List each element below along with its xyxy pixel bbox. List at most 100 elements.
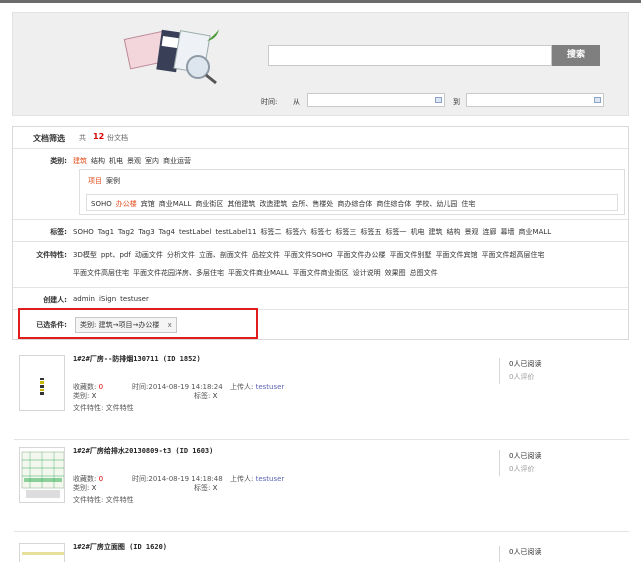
features-list-2: 平面文件高层住宅 平面文件花园洋房、多层住宅 平面文件商业MALL 平面文件商业街区设… (73, 268, 442, 278)
feature-item[interactable]: 动画文件 (135, 251, 163, 259)
tag-item[interactable]: Tag3 (138, 228, 154, 236)
uploader: 上传人: testuser (230, 475, 285, 483)
subcategory-item[interactable]: 商办综合体 (337, 200, 372, 208)
subcategory-item[interactable]: 会所、售楼处 (291, 200, 333, 208)
feature-item[interactable]: 品控文件 (252, 251, 280, 259)
search-input[interactable] (268, 45, 552, 66)
feature-item[interactable]: ppt、pdf (101, 251, 131, 259)
tag-item[interactable]: 结构 (447, 228, 461, 236)
subcategory-item[interactable]: 学校、幼儿园 (415, 200, 457, 208)
feature-item[interactable]: 平面文件高层住宅 (73, 269, 129, 277)
tag-item[interactable]: 建筑 (429, 228, 443, 236)
tag-item[interactable]: 标签七 (311, 228, 332, 236)
document-features: 文件特性: 文件特性 (73, 404, 134, 412)
calendar-icon[interactable] (435, 97, 442, 103)
subcategory-item[interactable]: 项目 (88, 177, 102, 185)
total-count: 12 (93, 132, 105, 141)
creator-row: 创建人: admin iSign testuser (13, 288, 628, 310)
to-label: 到 (453, 98, 460, 106)
feature-item[interactable]: 3D模型 (73, 251, 97, 259)
document-category: 类别: X (73, 484, 97, 492)
feature-item[interactable]: 平面文件花园洋房、多层住宅 (133, 269, 224, 277)
search-button[interactable]: 搜索 (552, 45, 600, 66)
tag-item[interactable]: 幕墙 (501, 228, 515, 236)
tag-item[interactable]: Tag1 (98, 228, 114, 236)
top-bar (0, 0, 641, 3)
document-title[interactable]: 1#2#厂房给排水20130809-t3 (ID 1603) (73, 446, 213, 456)
feature-item[interactable]: 立面、剖面文件 (199, 251, 248, 259)
tag-item[interactable]: SOHO (73, 228, 94, 236)
subcategory-item[interactable]: 案例 (106, 177, 120, 185)
tag-item[interactable]: 标签三 (336, 228, 357, 236)
feature-item[interactable]: 平面文件别墅 (390, 251, 432, 259)
feature-item[interactable]: 平面文件商业MALL (228, 269, 289, 277)
document-thumbnail[interactable] (19, 447, 65, 503)
tag-item[interactable]: Tag2 (118, 228, 134, 236)
subcategory-item[interactable]: 宾馆 (141, 200, 155, 208)
feature-item[interactable]: 平面文件宾馆 (436, 251, 478, 259)
subcategory-item[interactable]: 住宅 (461, 200, 475, 208)
feature-item[interactable]: 平面文件办公楼 (337, 251, 386, 259)
category-item[interactable]: 机电 (109, 157, 123, 165)
subcategory-item[interactable]: 商住综合体 (376, 200, 411, 208)
document-title[interactable]: 1#2#厂房立面图 (ID 1620) (73, 542, 167, 552)
tag-item[interactable]: 标签二 (261, 228, 282, 236)
tag-item[interactable]: 机电 (411, 228, 425, 236)
tag-item[interactable]: testLabel (179, 228, 211, 236)
category-item[interactable]: 建筑 (73, 157, 87, 165)
read-count: 0人已阅读 (509, 548, 542, 556)
feature-item[interactable]: 分析文件 (167, 251, 195, 259)
tag-item[interactable]: 标签六 (286, 228, 307, 236)
tags-list: SOHO Tag1 Tag2 Tag3 Tag4 testLabel testLabel11… (73, 227, 555, 237)
creator-item[interactable]: testuser (120, 295, 149, 303)
feature-item[interactable]: 设计说明 (353, 269, 381, 277)
category-item[interactable]: 商业运营 (163, 157, 191, 165)
subcategory-level1: 项目 案例 (88, 176, 124, 186)
document-title[interactable]: 1#2#厂房--防排烟130711 (ID 1852) (73, 354, 201, 364)
divider (499, 546, 500, 562)
feature-item[interactable]: 平面文件SOHO (284, 251, 333, 259)
calendar-icon[interactable] (594, 97, 601, 103)
read-count: 0人已阅读 (509, 452, 542, 460)
read-stats: 0人已阅读 0人评价 (509, 450, 541, 476)
tag-item[interactable]: Tag4 (159, 228, 175, 236)
feature-item[interactable]: 效果图 (385, 269, 406, 277)
tag-item[interactable]: 景观 (465, 228, 479, 236)
tags-label: 标签: (50, 228, 67, 236)
subcategory-item[interactable]: 其他建筑 (227, 200, 255, 208)
creator-item[interactable]: admin (73, 295, 95, 303)
result-item[interactable]: 1#2#厂房--防排烟130711 (ID 1852) 收藏数: 0 时间:20… (14, 350, 629, 440)
subcategory-item[interactable]: 办公楼 (116, 200, 137, 208)
subcategory-item[interactable]: 改造建筑 (259, 200, 287, 208)
time-label: 时间: (261, 98, 278, 106)
date-to-input[interactable] (466, 93, 604, 107)
category-item[interactable]: 室内 (145, 157, 159, 165)
creator-item[interactable]: iSign (99, 295, 116, 303)
document-thumbnail[interactable] (19, 543, 65, 562)
subcategory-item[interactable]: SOHO (91, 200, 112, 208)
tag-item[interactable]: testLabel11 (215, 228, 256, 236)
subcategory-item[interactable]: 商业MALL (159, 200, 192, 208)
feature-item[interactable]: 平面文件商业街区 (293, 269, 349, 277)
result-item[interactable]: 1#2#厂房立面图 (ID 1620) 0人已阅读 (14, 538, 629, 562)
read-stats: 0人已阅读 (509, 546, 541, 559)
tag-item[interactable]: 标签一 (386, 228, 407, 236)
feature-item[interactable]: 总图文件 (410, 269, 438, 277)
category-item[interactable]: 景观 (127, 157, 141, 165)
result-item[interactable]: 1#2#厂房给排水20130809-t3 (ID 1603) 收藏数: 0 时间… (14, 442, 629, 532)
divider (499, 358, 500, 384)
uploader: 上传人: testuser (230, 383, 285, 391)
subcategory-item[interactable]: 商业街区 (195, 200, 223, 208)
feature-item[interactable]: 平面文件超高层住宅 (482, 251, 545, 259)
creator-list: admin iSign testuser (73, 295, 153, 303)
creator-label: 创建人: (43, 296, 67, 304)
date-from-input[interactable] (307, 93, 445, 107)
tag-item[interactable]: 标签五 (361, 228, 382, 236)
category-item[interactable]: 结构 (91, 157, 105, 165)
tag-item[interactable]: 商业MALL (519, 228, 552, 236)
document-tags: 标签: X (194, 392, 218, 400)
review-count: 0人评价 (509, 373, 535, 381)
subcategory-level2-box: SOHO 办公楼 宾馆 商业MALL 商业街区 其他建筑 改造建筑 会所、售楼处 商办综合体 商住… (86, 194, 618, 211)
document-thumbnail[interactable] (19, 355, 65, 411)
tag-item[interactable]: 连廊 (483, 228, 497, 236)
